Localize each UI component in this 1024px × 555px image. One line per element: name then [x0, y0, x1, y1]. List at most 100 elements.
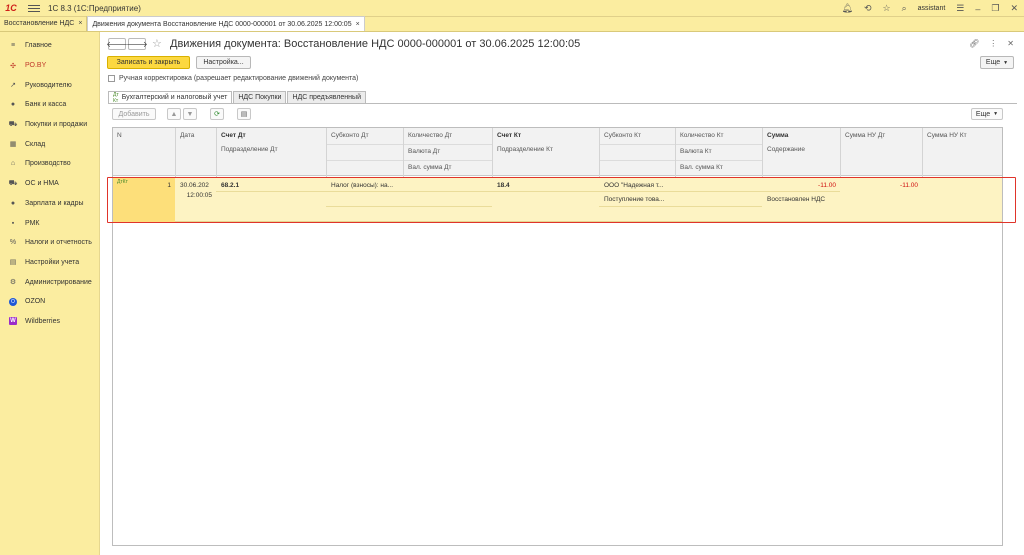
header-divider	[600, 160, 675, 161]
sidebar-item-warehouse[interactable]: ▦ Склад	[0, 134, 99, 154]
header-divider	[404, 160, 492, 161]
header-divider	[327, 160, 403, 161]
table-more-button[interactable]: Еще ▼	[971, 108, 1003, 120]
page-title: Движения документа: Восстановление НДС 0…	[170, 38, 581, 50]
truck-icon: ⛟	[8, 180, 18, 188]
favorite-star-icon[interactable]: ☆	[152, 37, 162, 50]
header-divider	[404, 144, 492, 145]
header-cur-sum-dt[interactable]: Вал. сумма Дт	[404, 160, 456, 174]
header-account-dt[interactable]: Счет Дт	[217, 128, 250, 142]
app-title: 1С 8.3 (1С:Предприятие)	[48, 3, 141, 13]
tab-divider	[108, 103, 1017, 104]
more-actions-icon[interactable]: ⋮	[989, 39, 997, 48]
refresh-icon[interactable]: ⟳	[210, 108, 224, 120]
more-button[interactable]: Еще ▼	[980, 56, 1014, 69]
header-qty-dt[interactable]: Количество Дт	[404, 128, 456, 142]
gear-icon: ⚙	[9, 279, 17, 287]
move-down-icon[interactable]: ▼	[183, 108, 197, 120]
ro-by-icon: ✣	[10, 62, 16, 70]
cash-register-icon: ▪	[11, 219, 15, 227]
manual-correction-checkbox[interactable]: Ручная корректировка (разрешает редактир…	[108, 75, 358, 82]
cart-icon: ⛟	[8, 121, 18, 129]
header-subconto-dt[interactable]: Субконто Дт	[327, 128, 373, 142]
header-date[interactable]: Дата	[176, 128, 198, 142]
main-menu-icon[interactable]	[28, 4, 40, 12]
checkbox-box[interactable]	[108, 75, 115, 82]
sidebar-item-salary[interactable]: ● Зарплата и кадры	[0, 194, 99, 214]
sidebar-item-production[interactable]: ⌂ Производство	[0, 154, 99, 174]
header-currency-kt[interactable]: Валюта Кт	[676, 144, 716, 158]
sidebar-item-ozon[interactable]: O OZON	[0, 292, 99, 312]
history-icon[interactable]: ⟲	[864, 3, 872, 14]
header-qty-kt[interactable]: Количество Кт	[676, 128, 727, 142]
add-button[interactable]: Добавить	[112, 108, 156, 120]
header-subconto-kt[interactable]: Субконто Кт	[600, 128, 645, 142]
sidebar-item-fixed-assets[interactable]: ⛟ ОС и НМА	[0, 174, 99, 194]
wildberries-icon: W	[9, 317, 17, 326]
sidebar-item-bank[interactable]: ● Банк и касса	[0, 95, 99, 115]
close-icon[interactable]: ✕	[1010, 3, 1018, 14]
tab-vat-presented[interactable]: НДС предъявленный	[287, 91, 366, 103]
header-account-kt[interactable]: Счет Кт	[493, 128, 525, 142]
header-content[interactable]: Содержание	[763, 142, 809, 156]
header-divider	[327, 144, 403, 145]
sidebar-item-taxes[interactable]: % Налоги и отчетность	[0, 233, 99, 253]
coin-icon: ●	[10, 101, 16, 109]
sidebar-item-ro-by[interactable]: ✣ РО.BY	[0, 56, 99, 76]
move-up-icon[interactable]: ▲	[167, 108, 181, 120]
table-header: N Дата Счет Дт Подразделение Дт Субконто…	[113, 128, 1002, 176]
header-divider	[676, 160, 762, 161]
sidebar-item-rmk[interactable]: ▪ РМК	[0, 213, 99, 233]
header-sum-nu-dt[interactable]: Сумма НУ Дт	[841, 128, 889, 142]
favorites-icon[interactable]: ☆	[883, 3, 891, 14]
search-icon[interactable]: ⌕	[902, 3, 907, 14]
header-division-dt[interactable]: Подразделение Дт	[217, 142, 282, 156]
restore-icon[interactable]: ❐	[991, 3, 999, 14]
user-name[interactable]: assistant	[918, 5, 946, 12]
sidebar-item-purchases-sales[interactable]: ⛟ Покупки и продажи	[0, 115, 99, 135]
header-currency-dt[interactable]: Валюта Дт	[404, 144, 444, 158]
window-tab-movements[interactable]: Движения документа Восстановление НДС 00…	[87, 16, 365, 31]
close-form-icon[interactable]: ✕	[1007, 39, 1014, 48]
factory-icon: ⌂	[10, 160, 16, 168]
minimize-icon[interactable]: –	[975, 4, 980, 14]
window-tabs: Восстановление НДС × Движения документа …	[0, 16, 1024, 32]
header-cur-sum-kt[interactable]: Вал. сумма Кт	[676, 160, 727, 174]
close-tab-icon[interactable]: ×	[78, 20, 82, 27]
export-icon[interactable]: ▤	[237, 108, 251, 120]
tab-accounting[interactable]: Дт Кт Бухгалтерский и налоговый учет	[108, 91, 233, 104]
sidebar-item-wildberries[interactable]: W Wildberries	[0, 312, 99, 332]
save-close-button[interactable]: Записать и закрыть	[107, 56, 190, 69]
header-sum[interactable]: Сумма	[763, 128, 792, 142]
chevron-down-icon: ▼	[1003, 59, 1009, 66]
close-tab-icon[interactable]: ×	[356, 21, 360, 28]
settings-menu-icon[interactable]: ☰	[956, 3, 964, 14]
header-division-kt[interactable]: Подразделение Кт	[493, 142, 557, 156]
window-tab-vat-restore[interactable]: Восстановление НДС ×	[0, 16, 88, 31]
back-button[interactable]: 🡐	[106, 38, 128, 50]
sidebar-item-main[interactable]: ≡ Главное	[0, 36, 99, 56]
list-icon: ≡	[10, 42, 16, 50]
header-n[interactable]: N	[113, 128, 126, 142]
header-divider	[676, 144, 762, 145]
settings-button[interactable]: Настройка...	[196, 56, 251, 69]
selection-highlight	[107, 177, 1016, 223]
header-sum-nu-kt[interactable]: Сумма НУ Кт	[923, 128, 971, 142]
forward-button[interactable]: 🡒	[126, 38, 148, 50]
header-divider	[600, 144, 675, 145]
ozon-icon: O	[9, 297, 17, 306]
settings-list-icon: ▤	[9, 259, 17, 267]
chevron-down-icon: ▼	[993, 111, 999, 117]
person-icon: ●	[10, 199, 16, 207]
sidebar-item-manager[interactable]: ↗ Руководителю	[0, 75, 99, 95]
sidebar: ≡ Главное ✣ РО.BY ↗ Руководителю ● Банк и ка…	[0, 32, 100, 555]
main-content: 🡐 🡒 ☆ Движения документа: Восстановление…	[101, 32, 1024, 555]
bell-icon[interactable]: 🔔︎	[842, 3, 853, 14]
warehouse-icon: ▦	[9, 141, 17, 149]
tab-vat-purchases[interactable]: НДС Покупки	[233, 91, 287, 103]
sidebar-item-accounting-settings[interactable]: ▤ Настройки учета	[0, 253, 99, 273]
trend-icon: ↗	[10, 82, 16, 90]
sidebar-item-administration[interactable]: ⚙ Администрирование	[0, 272, 99, 292]
link-icon[interactable]: 🔗︎	[969, 39, 979, 48]
percent-icon: %	[9, 239, 17, 247]
